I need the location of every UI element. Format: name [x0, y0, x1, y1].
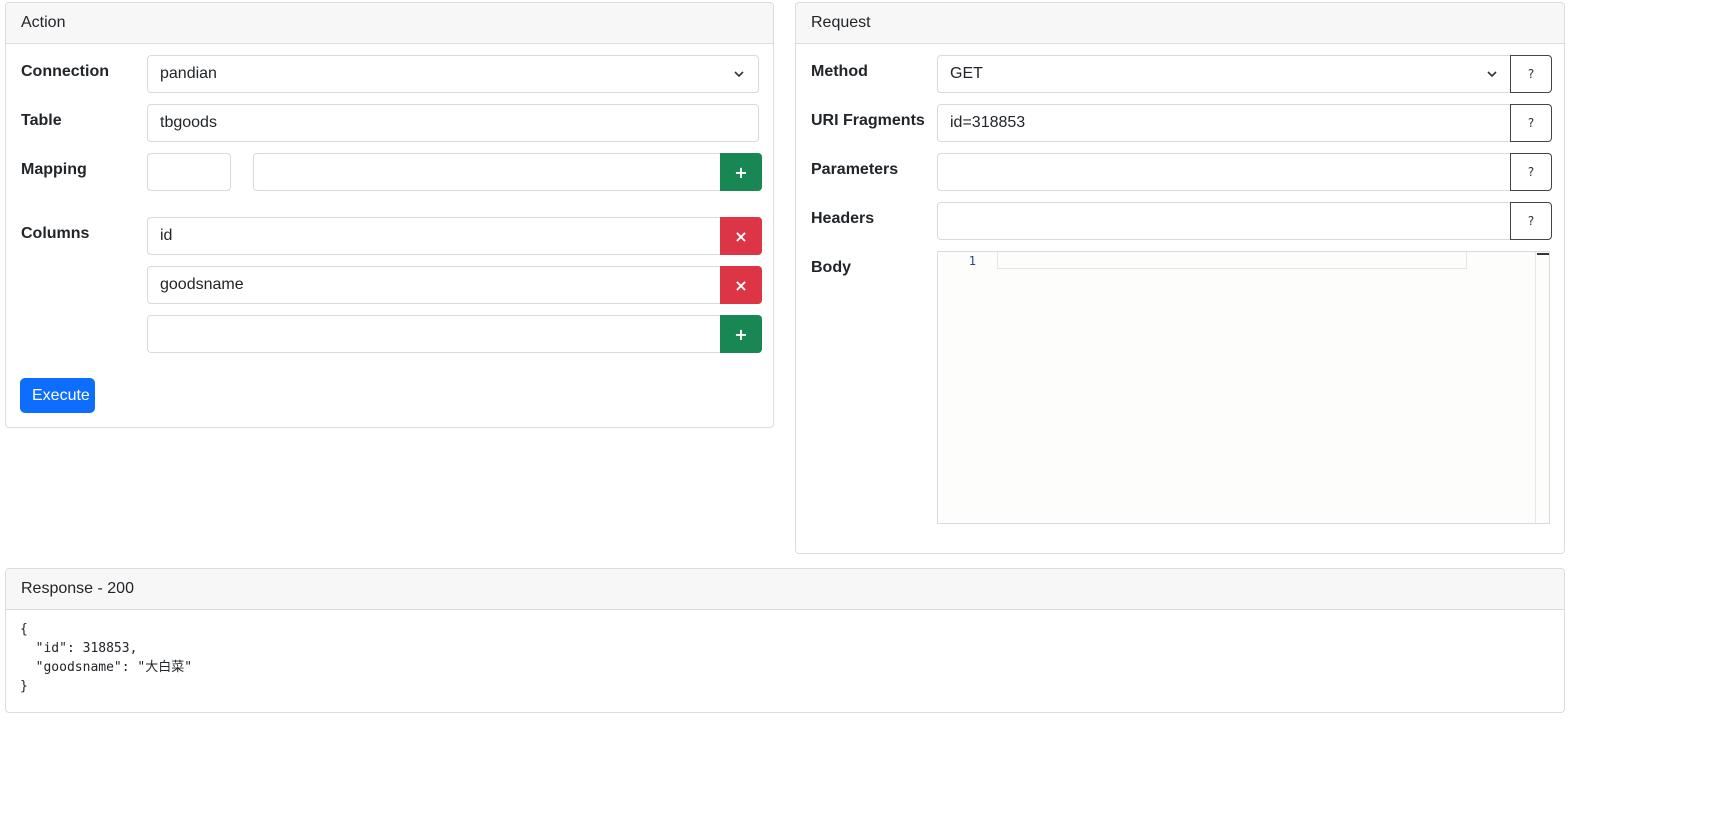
method-select[interactable]: GET	[937, 55, 1512, 93]
parameters-help-button[interactable]: ?	[1510, 153, 1552, 191]
body-label: Body	[811, 259, 851, 276]
remove-column-button-1[interactable]: ×	[720, 217, 762, 255]
line-number: 1	[968, 254, 976, 268]
mapping-value-input[interactable]	[253, 153, 722, 191]
plus-icon: +	[734, 162, 748, 182]
new-column-input[interactable]	[147, 315, 722, 353]
editor-gutter: 1	[938, 252, 996, 523]
scrollbar-thumb[interactable]	[1537, 253, 1549, 255]
parameters-input[interactable]	[937, 153, 1512, 191]
method-label: Method	[811, 63, 868, 80]
editor-scrollbar[interactable]	[1535, 252, 1549, 523]
response-card-title: Response - 200	[6, 569, 1564, 610]
chevron-down-icon	[734, 71, 744, 78]
column-input-2[interactable]	[147, 266, 722, 304]
connection-select-value: pandian	[160, 65, 217, 82]
action-card: Action Connection pandian Table Mapping …	[5, 2, 774, 428]
headers-help-button[interactable]: ?	[1510, 202, 1552, 240]
headers-input[interactable]	[937, 202, 1512, 240]
parameters-label: Parameters	[811, 161, 899, 178]
table-input[interactable]	[147, 104, 759, 142]
body-editor[interactable]: 1	[937, 251, 1550, 524]
uri-fragments-label: URI Fragments	[811, 112, 925, 129]
plus-icon: +	[734, 324, 748, 344]
question-icon: ?	[1527, 165, 1535, 179]
uri-help-button[interactable]: ?	[1510, 104, 1552, 142]
uri-fragments-input[interactable]	[937, 104, 1512, 142]
response-body: { "id": 318853, "goodsname": "大白菜" }	[20, 620, 192, 696]
close-icon: ×	[734, 226, 748, 246]
add-mapping-button[interactable]: +	[720, 153, 762, 191]
active-line-highlight	[997, 252, 1467, 269]
response-line: {	[20, 622, 28, 637]
mapping-label: Mapping	[21, 161, 87, 178]
question-icon: ?	[1527, 67, 1535, 81]
column-input-1[interactable]	[147, 217, 722, 255]
connection-select[interactable]: pandian	[147, 55, 759, 93]
add-column-button[interactable]: +	[720, 315, 762, 353]
close-icon: ×	[734, 275, 748, 295]
headers-label: Headers	[811, 210, 875, 227]
request-card: Request Method GET ? URI Fragments ? Par…	[795, 2, 1565, 554]
response-line: "id": 318853,	[20, 641, 138, 656]
table-label: Table	[21, 112, 62, 129]
execute-button[interactable]: Execute	[20, 378, 95, 413]
response-line: "goodsname": "大白菜"	[20, 660, 193, 675]
columns-label: Columns	[21, 225, 90, 242]
mapping-key-input[interactable]	[147, 153, 231, 191]
method-select-value: GET	[950, 65, 983, 82]
chevron-down-icon	[1487, 71, 1497, 78]
response-card: Response - 200 { "id": 318853, "goodsnam…	[5, 568, 1565, 713]
connection-label: Connection	[21, 63, 109, 80]
action-card-title: Action	[6, 3, 773, 44]
request-card-title: Request	[796, 3, 1564, 44]
question-icon: ?	[1527, 214, 1535, 228]
remove-column-button-2[interactable]: ×	[720, 266, 762, 304]
question-icon: ?	[1527, 116, 1535, 130]
method-help-button[interactable]: ?	[1510, 55, 1552, 93]
response-line: }	[20, 679, 28, 694]
